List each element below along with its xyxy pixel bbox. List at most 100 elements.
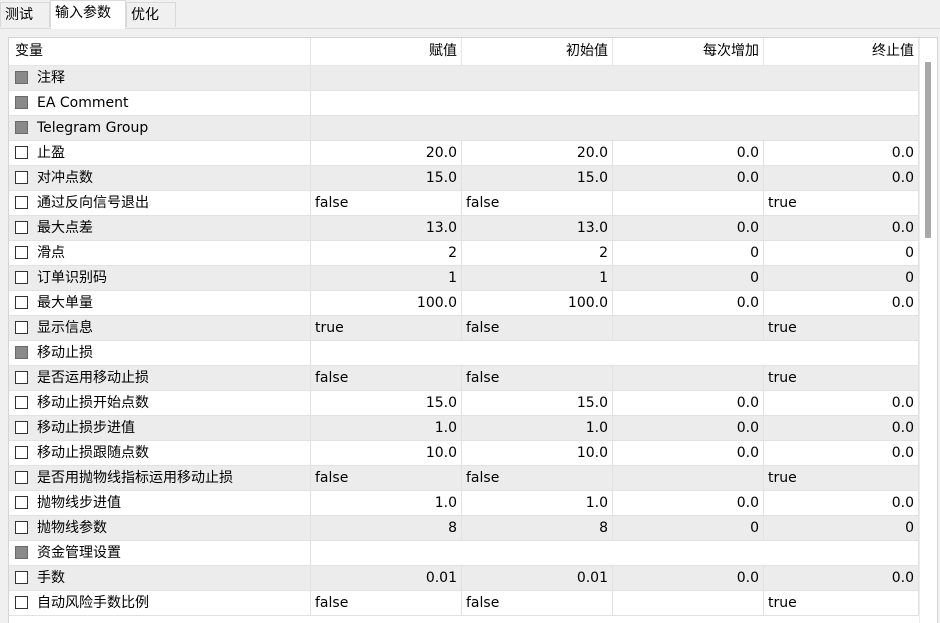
optimize-checkbox[interactable]: [15, 296, 28, 309]
table-row[interactable]: 抛物线参数 8 8 0 0: [9, 516, 919, 541]
group-checkbox[interactable]: [15, 546, 28, 559]
table-row[interactable]: 订单识别码 1 1 0 0: [9, 266, 919, 291]
step-cell[interactable]: 0.0: [613, 216, 764, 241]
value-cell[interactable]: false: [311, 591, 462, 616]
header-start[interactable]: 初始值: [462, 38, 613, 65]
optimize-checkbox[interactable]: [15, 521, 28, 534]
table-row[interactable]: 是否用抛物线指标运用移动止损 false false true: [9, 466, 919, 491]
table-row[interactable]: 移动止损: [9, 341, 919, 366]
step-cell[interactable]: 0: [613, 266, 764, 291]
tab-inputs[interactable]: 输入参数: [50, 0, 126, 29]
table-row[interactable]: 移动止损开始点数 15.0 15.0 0.0 0.0: [9, 391, 919, 416]
table-row[interactable]: 最大点差 13.0 13.0 0.0 0.0: [9, 216, 919, 241]
stop-cell[interactable]: 0.0: [764, 441, 919, 466]
table-row[interactable]: 对冲点数 15.0 15.0 0.0 0.0: [9, 166, 919, 191]
value-cell[interactable]: 8: [311, 516, 462, 541]
start-cell[interactable]: false: [462, 316, 613, 341]
stop-cell[interactable]: 0.0: [764, 566, 919, 591]
start-cell[interactable]: 100.0: [462, 291, 613, 316]
start-cell[interactable]: false: [462, 191, 613, 216]
value-cell[interactable]: true: [311, 316, 462, 341]
stop-cell[interactable]: 0: [764, 241, 919, 266]
tab-optimization[interactable]: 优化: [126, 2, 176, 27]
stop-cell[interactable]: 0.0: [764, 166, 919, 191]
tab-test[interactable]: 测试: [0, 2, 50, 27]
optimize-checkbox[interactable]: [15, 371, 28, 384]
stop-cell[interactable]: 0.0: [764, 391, 919, 416]
value-cell[interactable]: 13.0: [311, 216, 462, 241]
table-row[interactable]: 自动风险手数比例 false false true: [9, 591, 919, 616]
start-cell[interactable]: 15.0: [462, 391, 613, 416]
step-cell[interactable]: 0.0: [613, 441, 764, 466]
stop-cell[interactable]: 0.0: [764, 491, 919, 516]
start-cell[interactable]: false: [462, 591, 613, 616]
optimize-checkbox[interactable]: [15, 146, 28, 159]
step-cell[interactable]: 0.0: [613, 491, 764, 516]
step-cell[interactable]: 0.0: [613, 566, 764, 591]
optimize-checkbox[interactable]: [15, 596, 28, 609]
header-step[interactable]: 每次增加: [613, 38, 764, 65]
value-cell[interactable]: 1: [311, 266, 462, 291]
header-variable[interactable]: 变量: [9, 38, 311, 65]
step-cell[interactable]: 0.0: [613, 291, 764, 316]
table-row[interactable]: 移动止损步进值 1.0 1.0 0.0 0.0: [9, 416, 919, 441]
table-row[interactable]: 显示信息 true false true: [9, 316, 919, 341]
optimize-checkbox[interactable]: [15, 446, 28, 459]
start-cell[interactable]: 1.0: [462, 416, 613, 441]
start-cell[interactable]: 15.0: [462, 166, 613, 191]
optimize-checkbox[interactable]: [15, 471, 28, 484]
start-cell[interactable]: 13.0: [462, 216, 613, 241]
vertical-scrollbar[interactable]: [919, 38, 937, 623]
stop-cell[interactable]: true: [764, 366, 919, 391]
value-cell[interactable]: false: [311, 366, 462, 391]
step-cell[interactable]: 0: [613, 516, 764, 541]
optimize-checkbox[interactable]: [15, 221, 28, 234]
value-cell[interactable]: 1.0: [311, 491, 462, 516]
start-cell[interactable]: false: [462, 366, 613, 391]
step-cell[interactable]: [613, 316, 764, 341]
table-row[interactable]: 注释: [9, 66, 919, 91]
group-checkbox[interactable]: [15, 346, 28, 359]
optimize-checkbox[interactable]: [15, 196, 28, 209]
value-cell[interactable]: 2: [311, 241, 462, 266]
stop-cell[interactable]: 0: [764, 266, 919, 291]
start-cell[interactable]: 10.0: [462, 441, 613, 466]
start-cell[interactable]: 0.01: [462, 566, 613, 591]
table-row[interactable]: 通过反向信号退出 false false true: [9, 191, 919, 216]
step-cell[interactable]: 0.0: [613, 391, 764, 416]
value-cell[interactable]: 0.01: [311, 566, 462, 591]
step-cell[interactable]: 0.0: [613, 416, 764, 441]
step-cell[interactable]: [613, 191, 764, 216]
value-cell[interactable]: 20.0: [311, 141, 462, 166]
table-row[interactable]: 最大单量 100.0 100.0 0.0 0.0: [9, 291, 919, 316]
start-cell[interactable]: 1: [462, 266, 613, 291]
start-cell[interactable]: 2: [462, 241, 613, 266]
table-row[interactable]: 移动止损跟随点数 10.0 10.0 0.0 0.0: [9, 441, 919, 466]
step-cell[interactable]: 0.0: [613, 141, 764, 166]
stop-cell[interactable]: true: [764, 591, 919, 616]
table-row[interactable]: Telegram Group: [9, 116, 919, 141]
value-cell[interactable]: 100.0: [311, 291, 462, 316]
step-cell[interactable]: [613, 466, 764, 491]
value-cell[interactable]: false: [311, 191, 462, 216]
stop-cell[interactable]: true: [764, 316, 919, 341]
stop-cell[interactable]: 0.0: [764, 291, 919, 316]
value-cell[interactable]: 15.0: [311, 391, 462, 416]
optimize-checkbox[interactable]: [15, 421, 28, 434]
optimize-checkbox[interactable]: [15, 246, 28, 259]
header-stop[interactable]: 终止值: [764, 38, 919, 65]
header-value[interactable]: 赋值: [311, 38, 462, 65]
stop-cell[interactable]: 0.0: [764, 141, 919, 166]
start-cell[interactable]: 1.0: [462, 491, 613, 516]
group-checkbox[interactable]: [15, 121, 28, 134]
start-cell[interactable]: 8: [462, 516, 613, 541]
table-row[interactable]: 抛物线步进值 1.0 1.0 0.0 0.0: [9, 491, 919, 516]
scrollbar-thumb[interactable]: [925, 62, 931, 238]
start-cell[interactable]: 20.0: [462, 141, 613, 166]
table-row[interactable]: 止盈 20.0 20.0 0.0 0.0: [9, 141, 919, 166]
start-cell[interactable]: false: [462, 466, 613, 491]
value-cell[interactable]: 10.0: [311, 441, 462, 466]
optimize-checkbox[interactable]: [15, 571, 28, 584]
optimize-checkbox[interactable]: [15, 271, 28, 284]
group-checkbox[interactable]: [15, 71, 28, 84]
